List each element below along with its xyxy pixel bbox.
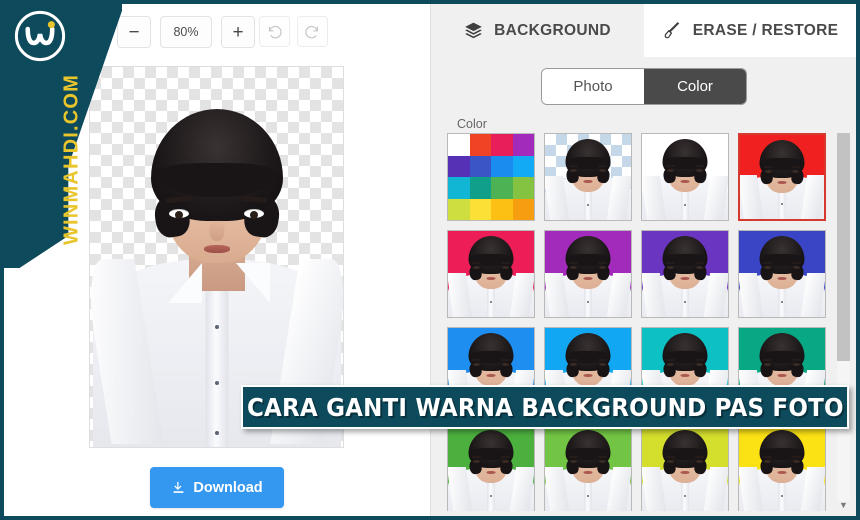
palette-cell[interactable] [491,177,513,199]
palette-cell[interactable] [469,198,491,220]
palette-cell[interactable] [448,155,470,177]
thumbnail-portrait [642,231,728,317]
shirt-button [214,381,219,385]
swatch-red[interactable] [738,133,826,221]
tab-background-label: BACKGROUND [494,21,611,39]
mode-photo-button[interactable]: Photo [542,69,644,104]
tab-erase-restore-label: ERASE / RESTORE [692,21,839,39]
background-panel: BACKGROUND ERASE / RESTORE Photo Color C… [430,4,856,516]
redo-arrow-icon [305,25,319,39]
thumbnail-portrait [740,135,824,219]
zoom-in-button[interactable]: + [221,16,255,48]
palette-cell[interactable] [448,177,470,199]
w-dot-logo-icon [14,10,66,62]
swatch-green[interactable] [447,424,535,511]
swatch-crimson-pink[interactable] [447,230,535,318]
scrollbar-thumb[interactable] [837,133,850,361]
shirt-button [214,431,219,435]
undo-button[interactable] [259,16,290,47]
zoom-level-value[interactable]: 80% [160,16,212,48]
swatch-lime-yellow[interactable] [641,424,729,511]
app-window: − 80% + Download BACKGROUND ERASE / REST… [0,0,860,520]
overlay-banner: CARA GANTI WARNA BACKGROUND PAS FOTO [241,385,849,429]
thumbnail-portrait [545,134,631,220]
thumbnail-portrait [448,231,534,317]
zoom-controls: − 80% + [117,16,255,48]
thumbnail-portrait [642,425,728,511]
zoom-out-button[interactable]: − [117,16,151,48]
watermark-site-label: WINMAHDI.COM [60,73,83,246]
palette-cell[interactable] [512,198,534,220]
shirt-placket [205,275,228,447]
shirt-button [214,325,219,329]
thumbnail-portrait [739,231,825,317]
download-button[interactable]: Download [150,467,284,508]
swatch-transparent[interactable] [544,133,632,221]
swatch-magenta-purple[interactable] [544,230,632,318]
palette-cell[interactable] [469,177,491,199]
swatch-grid [447,133,841,511]
panel-tabs: BACKGROUND ERASE / RESTORE [431,4,856,57]
app-frame: − 80% + Download BACKGROUND ERASE / REST… [4,4,856,516]
overlay-banner-text: CARA GANTI WARNA BACKGROUND PAS FOTO [246,392,844,422]
palette-cell[interactable] [448,198,470,220]
palette-cell[interactable] [491,155,513,177]
palette-cell[interactable] [491,134,513,156]
pupil-right [250,211,258,219]
pupil-left [175,211,183,219]
undo-arrow-icon [268,25,282,39]
swatch-yellow[interactable] [738,424,826,511]
palette-cell[interactable] [512,134,534,156]
tab-erase-restore[interactable]: ERASE / RESTORE [644,4,856,57]
download-button-label: Download [193,479,263,496]
thumbnail-portrait [545,425,631,511]
palette-cell[interactable] [512,155,534,177]
swatch-purple[interactable] [641,230,729,318]
layers-icon [465,22,482,39]
thumbnail-portrait [739,425,825,511]
brush-icon [664,22,679,39]
mode-color-button[interactable]: Color [644,69,746,104]
download-icon [173,481,184,493]
swatch-indigo-blue[interactable] [738,230,826,318]
panel-scrollbar[interactable] [837,133,850,501]
swatch-scroll-area[interactable] [447,133,841,511]
mode-toggle-wrap: Photo Color [431,68,856,105]
palette-cell[interactable] [448,134,470,156]
color-picker-palette[interactable] [447,133,535,221]
mode-toggle: Photo Color [541,68,747,105]
thumbnail-portrait [448,425,534,511]
tab-background[interactable]: BACKGROUND [431,4,644,57]
scroll-down-arrow[interactable]: ▼ [837,498,850,512]
palette-cell[interactable] [469,155,491,177]
palette-cell[interactable] [512,177,534,199]
redo-button[interactable] [297,16,328,47]
palette-cell[interactable] [491,198,513,220]
history-controls [259,16,328,47]
thumbnail-portrait [642,134,728,220]
swatch-white[interactable] [641,133,729,221]
swatch-light-green[interactable] [544,424,632,511]
mouth-shape [203,245,230,253]
collar-right [236,263,270,303]
palette-cell[interactable] [469,134,491,156]
nose-shape [209,219,224,241]
thumbnail-portrait [545,231,631,317]
color-section-label: Color [457,117,487,131]
collar-left [168,263,202,303]
